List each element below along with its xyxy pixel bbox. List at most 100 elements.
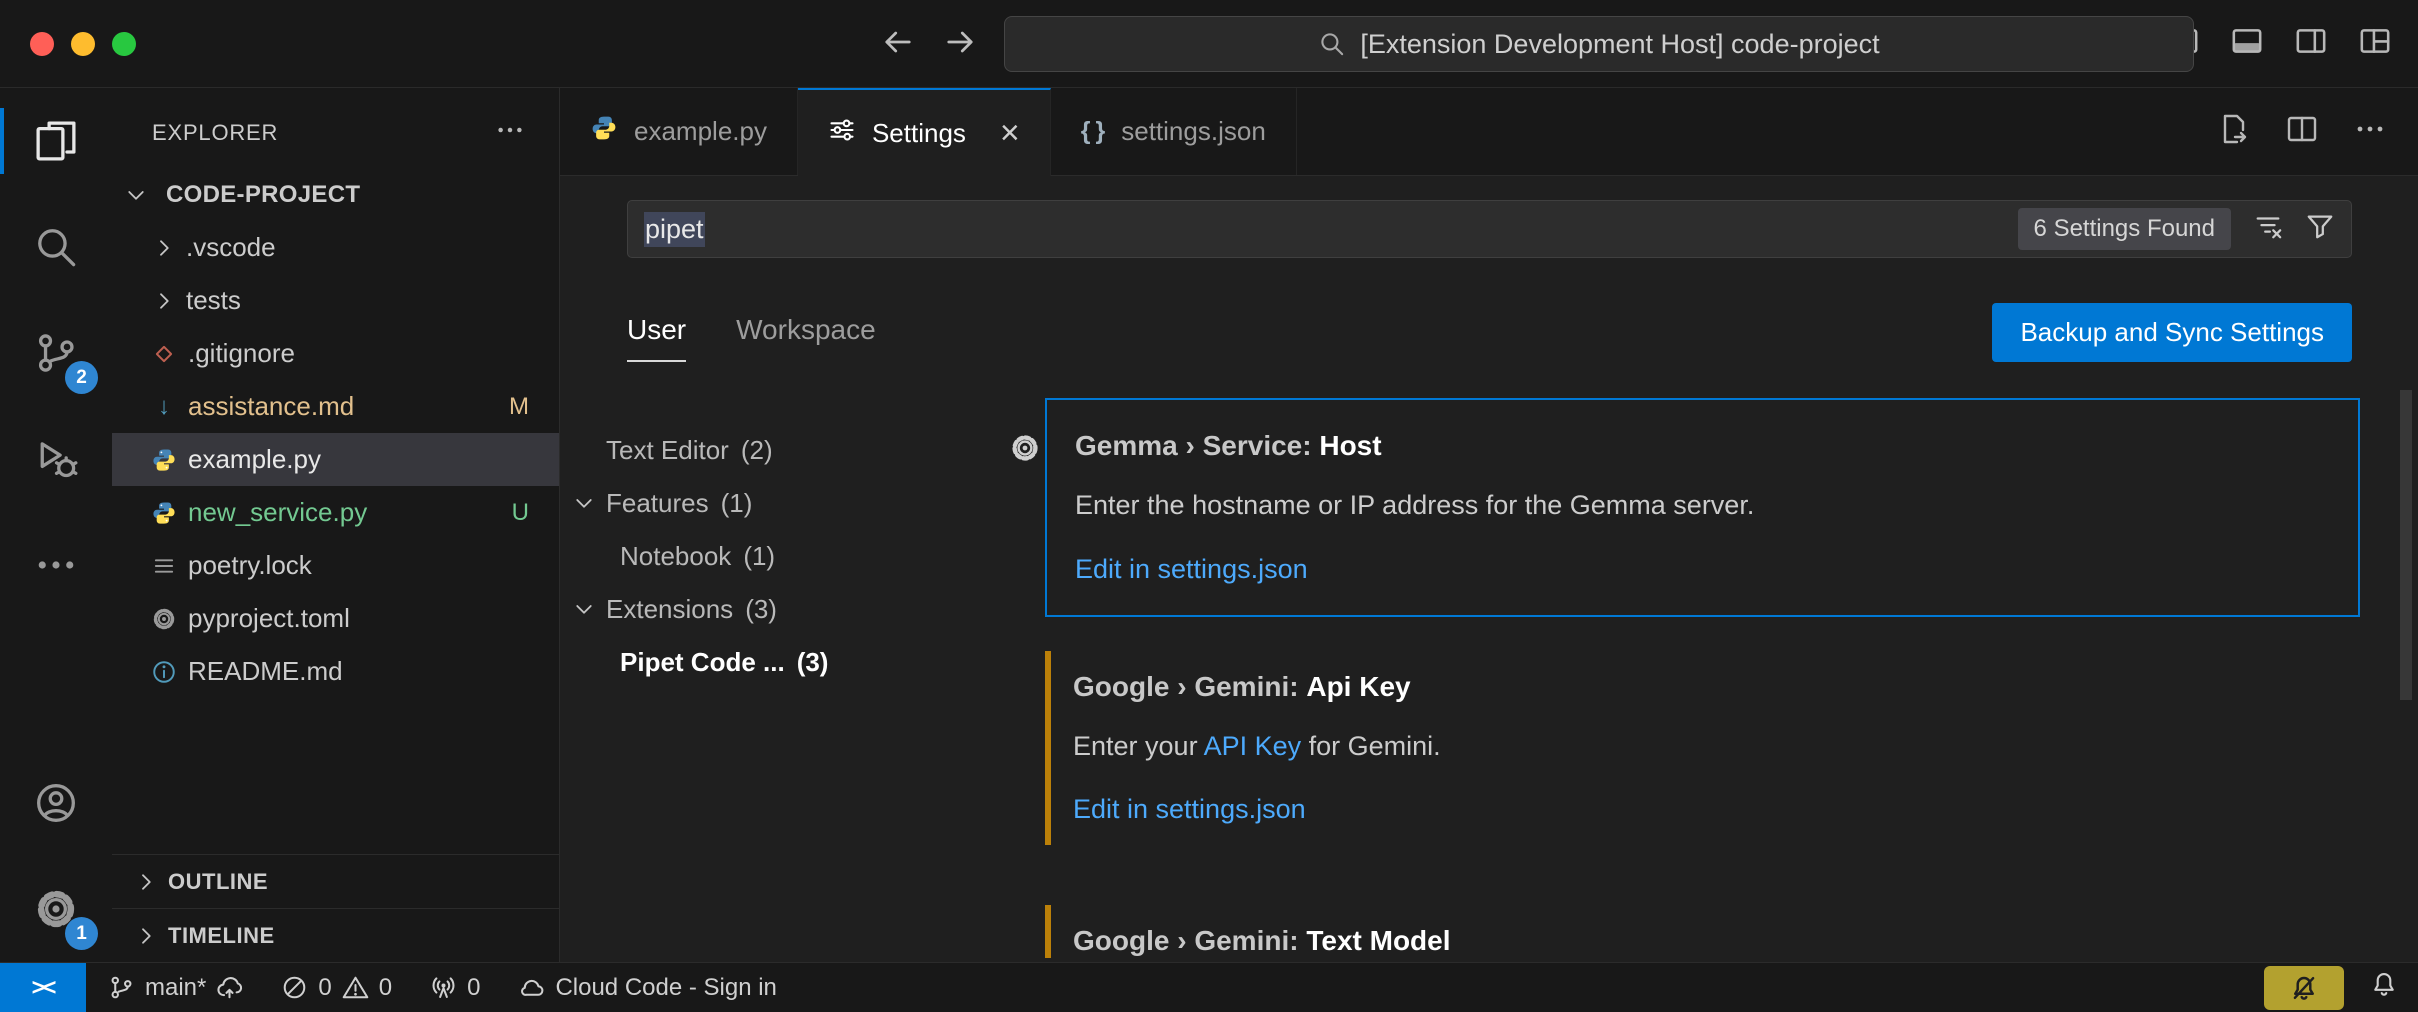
cloud-code-label: Cloud Code - Sign in bbox=[555, 974, 776, 1002]
problems-status[interactable]: 0 0 bbox=[281, 974, 392, 1002]
tree-item-pyproject-toml[interactable]: pyproject.toml bbox=[112, 592, 559, 645]
settings-badge: 1 bbox=[65, 917, 98, 950]
settings-editor: pipet 6 Settings Found User Workspace Ba… bbox=[560, 176, 2418, 962]
command-center[interactable]: [Extension Development Host] code-projec… bbox=[1004, 16, 2194, 72]
more-actions-icon[interactable] bbox=[2354, 113, 2386, 150]
edit-in-settings-json-link[interactable]: Edit in settings.json bbox=[1075, 553, 2330, 587]
toggle-panel-icon[interactable] bbox=[2230, 24, 2264, 63]
clear-filters-icon[interactable] bbox=[2253, 211, 2283, 248]
back-icon[interactable] bbox=[880, 24, 916, 65]
edit-in-settings-json-link[interactable]: Edit in settings.json bbox=[1073, 793, 2332, 827]
source-control-icon[interactable]: 2 bbox=[0, 300, 112, 406]
settings-gear-icon[interactable]: 1 bbox=[0, 856, 112, 962]
toc-pipet-code[interactable]: Pipet Code ... (3) bbox=[560, 636, 1000, 689]
split-editor-icon[interactable] bbox=[2286, 113, 2318, 150]
toggle-secondary-sidebar-icon[interactable] bbox=[2294, 24, 2328, 63]
python-icon bbox=[150, 446, 178, 474]
minimize-window-button[interactable] bbox=[71, 32, 95, 56]
tree-item-new-service-py[interactable]: new_service.py U bbox=[112, 486, 559, 539]
setting-title-prefix: Gemma › Service: bbox=[1075, 430, 1319, 461]
screencast-indicator[interactable] bbox=[2264, 966, 2344, 1010]
chevron-down-icon bbox=[572, 597, 596, 628]
toc-notebook[interactable]: Notebook (1) bbox=[560, 530, 1000, 583]
tab-settings[interactable]: Settings bbox=[798, 88, 1051, 176]
account-icon[interactable] bbox=[0, 750, 112, 856]
setting-google-gemini-text-model[interactable]: Google › Gemini: Text Model bbox=[1045, 905, 2360, 958]
tree-item-poetry-lock[interactable]: poetry.lock bbox=[112, 539, 559, 592]
branch-status[interactable]: main* bbox=[108, 974, 243, 1002]
search-controls: 6 Settings Found bbox=[2018, 208, 2335, 250]
warning-count: 0 bbox=[379, 974, 392, 1002]
more-views-icon[interactable] bbox=[0, 512, 112, 618]
maximize-window-button[interactable] bbox=[112, 32, 136, 56]
setting-description: Enter your API Key for Gemini. bbox=[1073, 730, 2332, 764]
tree-item-tests[interactable]: tests bbox=[112, 274, 559, 327]
tree-item-example-py[interactable]: example.py bbox=[112, 433, 559, 486]
info-icon bbox=[150, 658, 178, 686]
run-debug-icon[interactable] bbox=[0, 406, 112, 512]
warning-icon bbox=[342, 974, 369, 1001]
tree-item-assistance-md[interactable]: assistance.md M bbox=[112, 380, 559, 433]
setting-title: Gemma › Service: Host bbox=[1075, 428, 2330, 463]
python-icon bbox=[590, 114, 618, 149]
setting-google-gemini-api-key[interactable]: Google › Gemini: Api Key Enter your API … bbox=[1045, 651, 2360, 846]
results-count-badge: 6 Settings Found bbox=[2018, 208, 2231, 250]
tree-item-label: pyproject.toml bbox=[188, 603, 350, 634]
tab-example-py[interactable]: example.py bbox=[560, 88, 798, 175]
customize-layout-icon[interactable] bbox=[2358, 24, 2392, 63]
window-title: [Extension Development Host] code-projec… bbox=[1360, 29, 1879, 60]
tree-item-label: README.md bbox=[188, 656, 343, 687]
open-settings-json-icon[interactable] bbox=[2218, 113, 2250, 150]
cloud-code-status[interactable]: Cloud Code - Sign in bbox=[518, 974, 776, 1002]
tree-root-code-project[interactable]: CODE-PROJECT bbox=[112, 168, 559, 221]
setting-description: Enter the hostname or IP address for the… bbox=[1075, 489, 2330, 523]
editor-group: example.py Settings settings.json bbox=[560, 88, 2418, 962]
explorer-icon[interactable] bbox=[0, 88, 112, 194]
git-icon bbox=[150, 340, 178, 368]
tab-settings-json[interactable]: settings.json bbox=[1051, 88, 1297, 175]
outline-section[interactable]: OUTLINE bbox=[112, 854, 559, 908]
settings-search-input[interactable]: pipet 6 Settings Found bbox=[627, 200, 2352, 258]
toc-count: (1) bbox=[743, 541, 775, 572]
api-key-link[interactable]: API Key bbox=[1204, 731, 1302, 761]
ports-status[interactable]: 0 bbox=[430, 974, 480, 1002]
explorer-more-actions-icon[interactable] bbox=[495, 115, 525, 151]
titlebar: [Extension Development Host] code-projec… bbox=[0, 0, 2418, 88]
timeline-section[interactable]: TIMELINE bbox=[112, 908, 559, 962]
scope-tab-user[interactable]: User bbox=[627, 314, 686, 362]
chevron-right-icon bbox=[134, 870, 158, 894]
editor-actions bbox=[2218, 88, 2418, 175]
error-icon bbox=[281, 974, 308, 1001]
settings-toc: Text Editor (2) Features (1) Notebook (1… bbox=[560, 398, 1000, 958]
file-tree: CODE-PROJECT .vscode tests .gitignore as… bbox=[112, 168, 559, 854]
tree-item-gitignore[interactable]: .gitignore bbox=[112, 327, 559, 380]
markdown-icon bbox=[150, 393, 178, 421]
search-sidebar-icon[interactable] bbox=[0, 194, 112, 300]
forward-icon[interactable] bbox=[942, 24, 978, 65]
git-status-modified: M bbox=[509, 393, 559, 421]
scope-tab-workspace[interactable]: Workspace bbox=[736, 314, 876, 362]
notifications-bell-icon[interactable] bbox=[2370, 970, 2398, 1005]
branch-icon bbox=[108, 974, 135, 1001]
python-icon bbox=[150, 499, 178, 527]
remote-indicator[interactable] bbox=[0, 963, 86, 1012]
filter-icon[interactable] bbox=[2305, 211, 2335, 248]
chevron-down-icon bbox=[122, 183, 150, 207]
sliders-icon bbox=[828, 116, 856, 151]
main-area: 2 1 EXPLORER CODE-PROJECT bbox=[0, 88, 2418, 962]
toc-count: (2) bbox=[741, 435, 773, 466]
toc-label: Features bbox=[606, 488, 709, 519]
tree-item-readme-md[interactable]: README.md bbox=[112, 645, 559, 698]
setting-gear-icon[interactable] bbox=[1009, 432, 1041, 469]
backup-sync-button[interactable]: Backup and Sync Settings bbox=[1992, 303, 2352, 362]
settings-scope-row: User Workspace Backup and Sync Settings bbox=[627, 292, 2352, 362]
tree-item-vscode[interactable]: .vscode bbox=[112, 221, 559, 274]
editor-scrollbar[interactable] bbox=[2400, 390, 2412, 700]
close-window-button[interactable] bbox=[30, 32, 54, 56]
toc-features[interactable]: Features (1) bbox=[560, 477, 1000, 530]
close-tab-icon[interactable] bbox=[1000, 116, 1020, 150]
setting-gemma-service-host[interactable]: Gemma › Service: Host Enter the hostname… bbox=[1045, 398, 2360, 617]
toc-extensions[interactable]: Extensions (3) bbox=[560, 583, 1000, 636]
toc-text-editor[interactable]: Text Editor (2) bbox=[560, 424, 1000, 477]
branch-label: main* bbox=[145, 974, 206, 1002]
